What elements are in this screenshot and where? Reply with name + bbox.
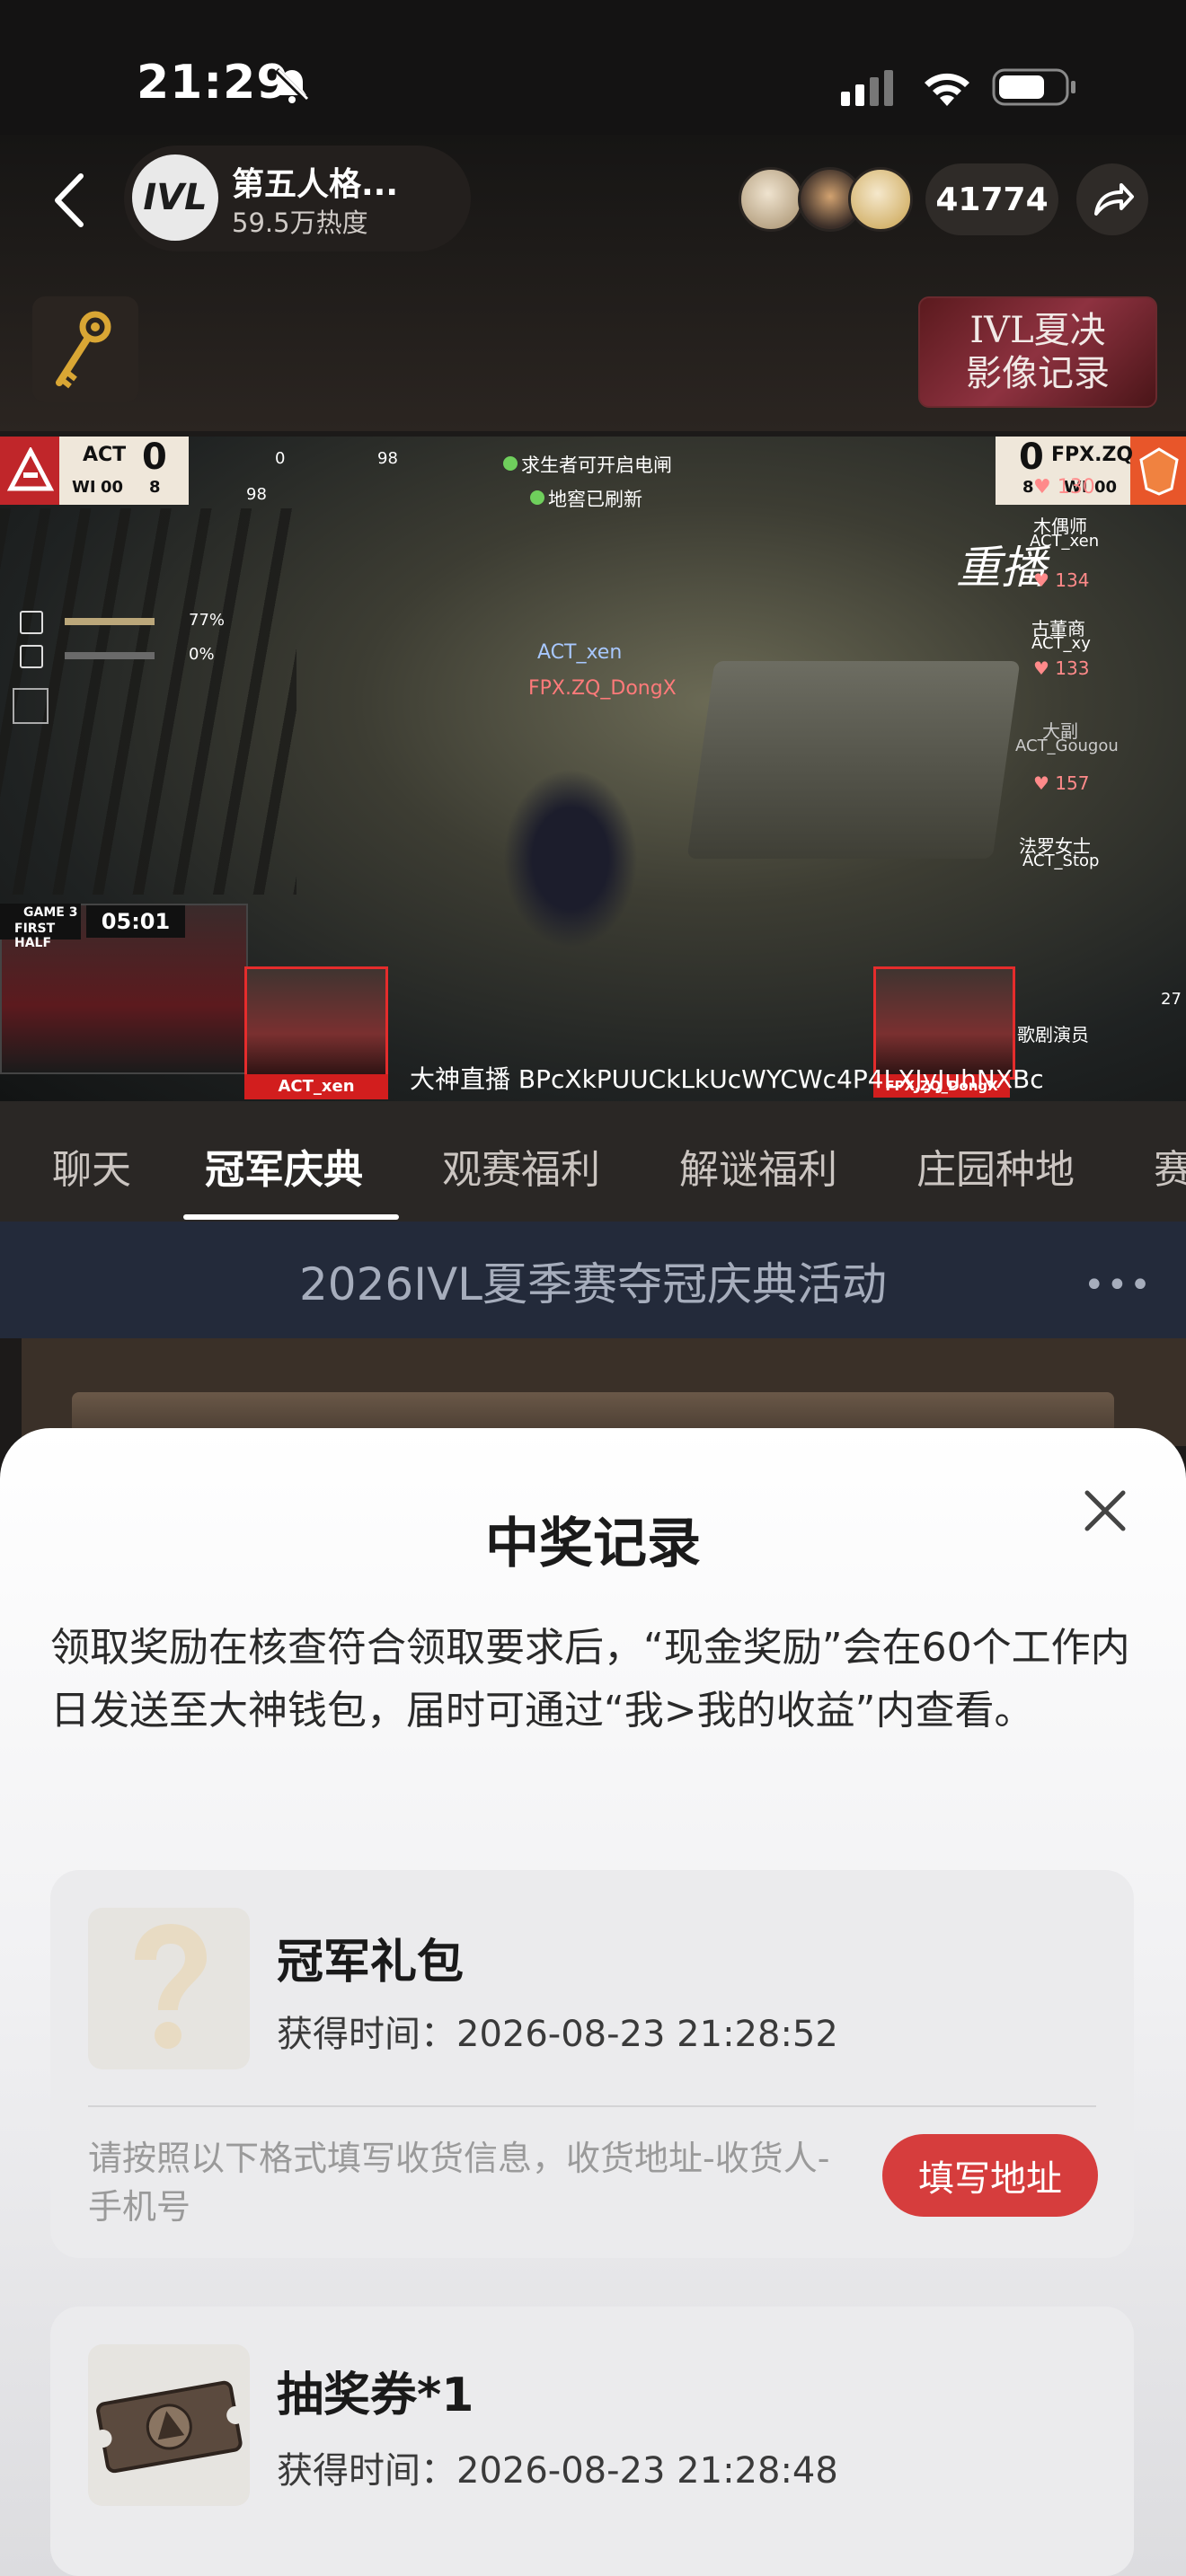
tab-bar: 聊天 冠军庆典 观赛福利 解谜福利 庄园种地 赛 <box>0 1101 1186 1222</box>
gate-progress-bar <box>65 652 155 659</box>
prize-time: 获得时间：2026-08-23 21:28:48 <box>277 2450 838 2492</box>
cellular-signal-icon <box>841 70 893 106</box>
card-divider <box>88 2105 1096 2107</box>
prize-time: 获得时间：2026-08-23 21:28:52 <box>277 2014 838 2055</box>
left-stat-2: 0% <box>189 645 215 664</box>
event-title-bar: 2026IVL夏季赛夺冠庆典活动 ••• <box>0 1222 1186 1338</box>
game-number: GAME 3 <box>23 905 78 920</box>
viewer-avatar[interactable] <box>848 167 913 232</box>
tab-manor-farming[interactable]: 庄园种地 <box>916 1137 1075 1195</box>
player-tag-1: ACT_xen <box>537 641 623 664</box>
room-title: 第五人格... <box>232 166 399 203</box>
tab-overflow[interactable]: 赛 <box>1154 1137 1186 1195</box>
survivor-hp: ♥ 157 <box>1033 772 1090 794</box>
reward-notice-text: 领取奖励在核查符合领取要求后，“现金奖励”会在60个工作内日发送至大神钱包，届时… <box>50 1625 1130 1734</box>
survivor-hp: ♥ 134 <box>1033 569 1090 591</box>
left-team-score: 0 <box>142 437 167 478</box>
viewer-count-badge[interactable]: 41774 <box>925 163 1058 235</box>
survivor-hp: ♥ 130 <box>1033 476 1095 498</box>
prize-record-sheet: 中奖记录 领取奖励在核查符合领取要求后，“现金奖励”会在60个工作内日发送至大神… <box>0 1428 1186 2576</box>
left-team-sub-1: WI <box>72 478 96 497</box>
survivor-player: ACT_xen <box>1030 532 1100 551</box>
survivor-hp: ♥ 133 <box>1033 657 1090 679</box>
top-number-2: 98 <box>377 449 398 468</box>
banner-line-2: 影像记录 <box>966 353 1110 394</box>
match-notice-2: 地窖已刷新 <box>548 489 642 510</box>
room-logo[interactable]: IVL <box>132 154 218 241</box>
survivor-player: ACT_Gougou <box>1015 737 1119 755</box>
tab-watch-rewards[interactable]: 观赛福利 <box>442 1137 600 1195</box>
tab-chat[interactable]: 聊天 <box>52 1137 131 1195</box>
tab-champion-celebration[interactable]: 冠军庆典 <box>205 1137 363 1195</box>
mute-bell-icon <box>274 67 310 103</box>
top-number-3: 98 <box>246 485 267 504</box>
lottery-ticket-icon <box>93 2380 245 2474</box>
prize-thumbnail <box>88 1908 250 2069</box>
sheet-title: 中奖记录 <box>485 1513 701 1575</box>
close-icon[interactable] <box>1078 1484 1132 1538</box>
battery-icon <box>992 68 1075 106</box>
cipher-machine-icon <box>20 611 43 634</box>
golden-key-icon <box>56 311 111 389</box>
fill-address-button[interactable]: 填写地址 <box>882 2134 1098 2217</box>
survivor-hp-value: 157 <box>1055 772 1090 794</box>
match-notice-1: 求生者可开启电闸 <box>521 454 672 476</box>
key-reward-entry[interactable] <box>32 296 138 402</box>
top-number-1: 0 <box>275 449 286 468</box>
survivor-hp-value: 133 <box>1055 657 1090 679</box>
active-tab-indicator <box>183 1214 399 1220</box>
hunter-number: 27 <box>1161 990 1182 1009</box>
scene-character <box>503 769 638 948</box>
stream-watermark: 大神直播 BPcXkPUUCkLkUcWYCWc4P4LXJyJuhNXBc <box>410 1064 1044 1094</box>
ivl-video-record-banner[interactable]: IVL夏决 影像记录 <box>918 296 1157 408</box>
game-half: FIRST HALF <box>14 922 56 950</box>
left-team-name: ACT <box>83 444 127 466</box>
prize-name: 抽奖券*1 <box>277 2369 474 2422</box>
survivor-hp-value: 130 <box>1057 476 1095 498</box>
survivor-hp-value: 134 <box>1055 569 1090 591</box>
banner-line-1: IVL夏决 <box>969 310 1106 351</box>
share-button[interactable] <box>1076 163 1148 235</box>
wifi-icon <box>925 73 969 106</box>
more-options-button[interactable]: ••• <box>1084 1265 1153 1306</box>
prize-name: 冠军礼包 <box>277 1936 465 1989</box>
notice-dot-icon <box>530 490 544 505</box>
left-team-sub-2: 00 <box>101 478 124 497</box>
gate-icon <box>20 645 43 668</box>
player-cam-left <box>244 966 388 1080</box>
unknown-prize-icon <box>135 1924 207 2049</box>
cipher-progress-bar <box>65 618 155 625</box>
survivor-list: ♥ 130 木偶师 ACT_xen ♥ 134 古董商 ACT_xy ♥ 133… <box>1015 463 1186 1083</box>
survivor-player: ACT_xy <box>1031 634 1091 653</box>
left-team-sub-3: 8 <box>149 478 161 497</box>
live-video-player[interactable]: ACT 0 WI 00 8 0 98 98 求生者可开启电闸 地窖已刷新 0 F… <box>0 437 1186 1101</box>
back-arrow-icon[interactable] <box>47 169 92 232</box>
hunter-role: 歌剧演员 <box>1017 1024 1089 1045</box>
share-icon <box>1094 183 1134 216</box>
game-info-box: GAME 3 FIRST HALF <box>0 904 81 950</box>
event-title: 2026IVL夏季赛夺冠庆典活动 <box>298 1258 888 1310</box>
player-cam-left-label: ACT_xen <box>244 1074 388 1099</box>
status-time: 21:29 <box>137 56 290 110</box>
game-timer: 05:01 <box>86 905 185 938</box>
prize-record-card: 冠军礼包 获得时间：2026-08-23 21:28:52 请按照以下格式填写收… <box>50 1870 1134 2258</box>
room-heat: 59.5万热度 <box>232 207 368 238</box>
prize-thumbnail <box>88 2344 250 2506</box>
left-stat-1: 77% <box>189 611 226 630</box>
left-team-scoreboard: ACT 0 WI 00 8 <box>0 437 189 505</box>
act-team-logo-icon <box>7 447 54 491</box>
tab-puzzle-rewards[interactable]: 解谜福利 <box>679 1137 837 1195</box>
notice-dot-icon <box>503 456 518 471</box>
address-format-hint: 请按照以下格式填写收货信息，收货地址-收货人-手机号 <box>88 2139 830 2227</box>
exit-icon[interactable] <box>13 688 49 724</box>
player-tag-2: FPX.ZQ_DongX <box>528 677 677 700</box>
prize-record-card: 抽奖券*1 获得时间：2026-08-23 21:28:48 <box>50 2307 1134 2576</box>
scene-crate <box>686 661 1021 859</box>
viewer-avatar[interactable] <box>739 167 803 232</box>
survivor-player: ACT_Stop <box>1022 851 1100 870</box>
